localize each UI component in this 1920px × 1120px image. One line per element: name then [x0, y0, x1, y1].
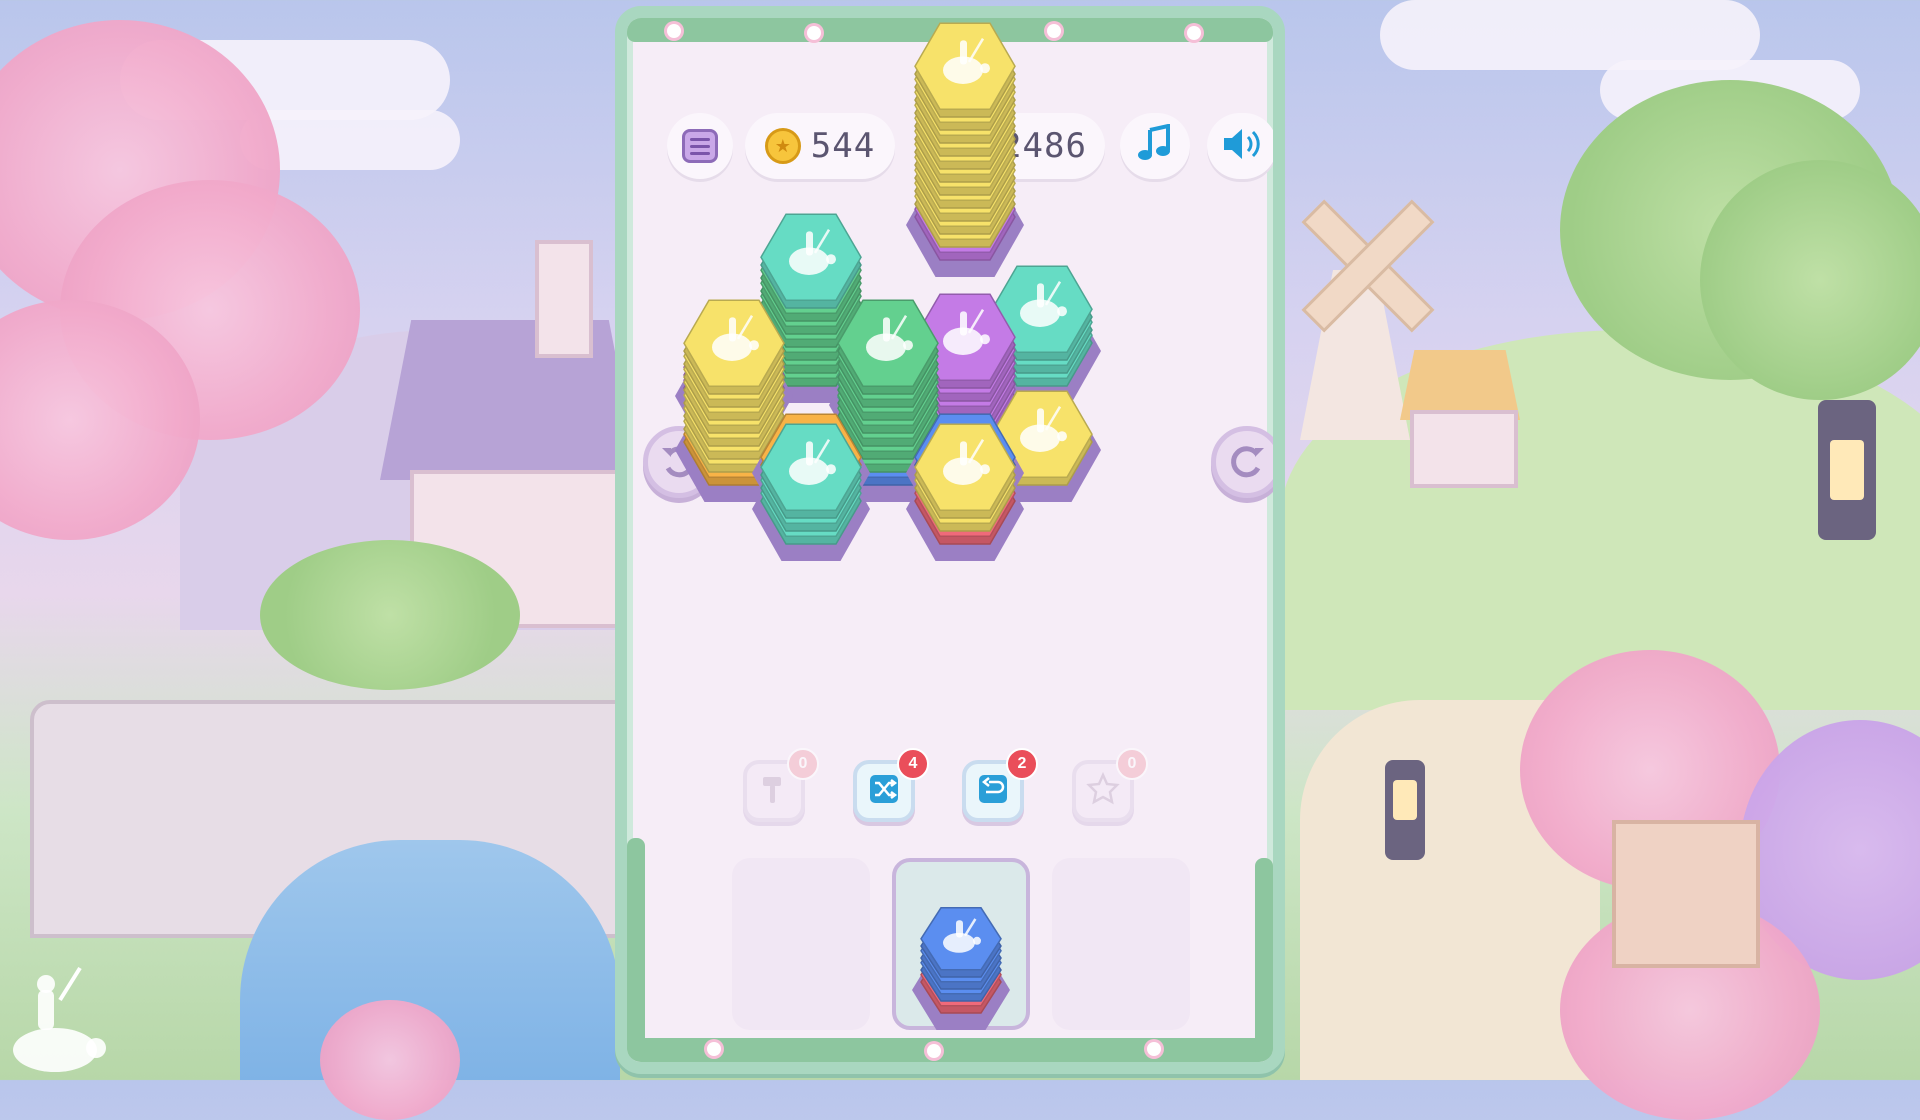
shuffle-icon [867, 772, 901, 810]
cottage-roof [380, 320, 640, 480]
hex-stack[interactable] [901, 883, 1021, 1033]
hammer-icon [757, 772, 791, 810]
star-icon [1086, 771, 1120, 810]
tray-slot-selected[interactable] [892, 858, 1030, 1030]
tray-slot[interactable] [732, 858, 870, 1030]
vine-flower [707, 1042, 721, 1056]
hammer-tool-button[interactable]: 0 [743, 748, 819, 822]
shuffle-tool-button[interactable]: 4 [853, 748, 929, 822]
chimney [535, 240, 593, 358]
hex-stack[interactable] [741, 399, 881, 564]
star-tool-button[interactable]: 0 [1072, 748, 1148, 822]
shuffle-count-badge: 4 [897, 748, 929, 780]
lantern-light [1393, 780, 1417, 820]
bush [260, 540, 520, 690]
game-panel: ★ 544 2486 0 4 2 0 [615, 6, 1285, 1074]
hex-stack[interactable] [895, 399, 1035, 564]
lantern-light [1830, 440, 1864, 500]
hex-stack[interactable] [895, 6, 1035, 280]
turtle-logo [0, 960, 120, 1080]
undo-count-badge: 2 [1006, 748, 1038, 780]
undo-icon [976, 772, 1010, 810]
tray-slot[interactable] [1052, 858, 1190, 1030]
vine-decoration [627, 1038, 1273, 1062]
undo-tool-button[interactable]: 2 [962, 748, 1038, 822]
hammer-count-badge: 0 [787, 748, 819, 780]
vine-decoration [627, 838, 645, 1058]
vine-flower [927, 1044, 941, 1058]
star-count-badge: 0 [1116, 748, 1148, 780]
vine-decoration [1255, 858, 1273, 1058]
cottage [1410, 410, 1518, 488]
wooden-crate [1612, 820, 1760, 968]
hex-board[interactable] [627, 18, 1273, 718]
flower-bush [320, 1000, 460, 1120]
vine-flower [1147, 1042, 1161, 1056]
